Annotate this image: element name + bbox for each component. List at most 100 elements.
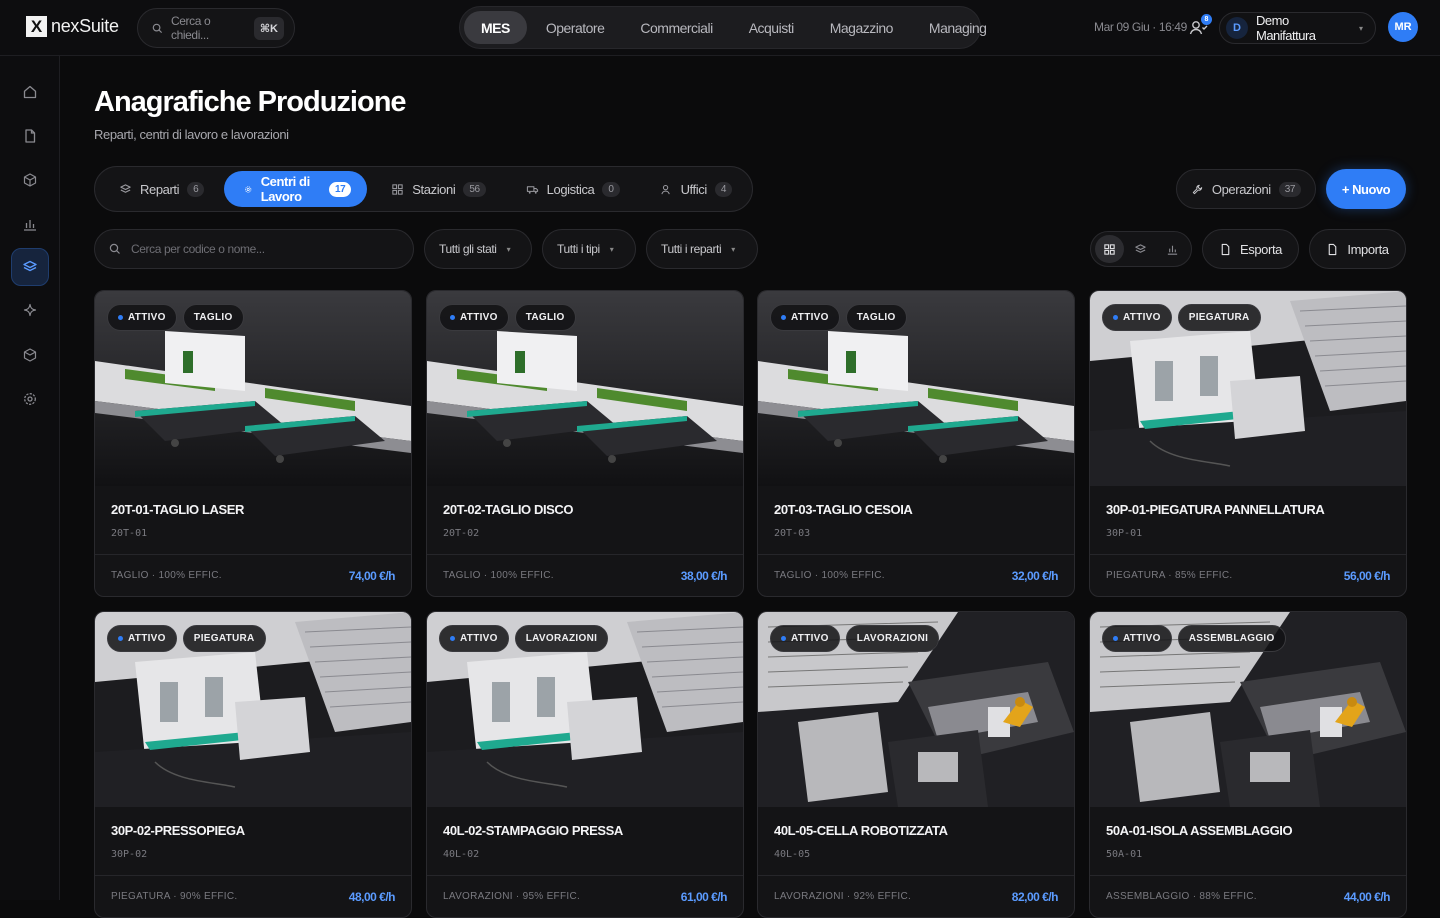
sidebar-item-settings[interactable] xyxy=(11,380,49,418)
export-label: Esporta xyxy=(1239,241,1282,257)
tab-uffici[interactable]: Uffici 4 xyxy=(640,171,748,207)
work-center-card[interactable]: ATTIVO PIEGATURA 30P-02-PRESSOPIEGA 30P-02 P… xyxy=(94,611,412,918)
department-filter-dropdown[interactable]: Tutti i reparti ▾ xyxy=(646,229,758,269)
status-label: ATTIVO xyxy=(128,633,166,644)
status-dot xyxy=(118,636,123,641)
card-image: ATTIVO TAGLIO xyxy=(758,291,1074,486)
search-icon xyxy=(109,243,120,254)
state-filter-dropdown[interactable]: Tutti gli stati ▾ xyxy=(424,229,532,269)
sidebar-item-documents[interactable] xyxy=(11,117,49,155)
page-title: Anagrafiche Produzione xyxy=(94,86,407,118)
type-filter-dropdown[interactable]: Tutti i tipi ▾ xyxy=(542,229,636,269)
bar-chart-icon xyxy=(1167,245,1177,255)
category-badge: LAVORAZIONI xyxy=(845,625,940,652)
card-title: 50A-01-ISOLA ASSEMBLAGGIO xyxy=(1106,823,1293,838)
card-image: ATTIVO TAGLIO xyxy=(427,291,743,486)
card-badges: ATTIVO ASSEMBLAGGIO xyxy=(1102,625,1286,652)
file-icon xyxy=(1329,243,1337,255)
tab-reparti[interactable]: Reparti 6 xyxy=(99,171,220,207)
file-icon xyxy=(1221,243,1230,255)
card-image: ATTIVO TAGLIO xyxy=(95,291,411,486)
sidebar-item-products[interactable] xyxy=(11,161,49,199)
layers-view-button[interactable] xyxy=(1126,235,1155,263)
work-center-card[interactable]: ATTIVO TAGLIO 20T-03-TAGLIO CESOIA 20T-03 TA… xyxy=(757,290,1075,597)
filter-search-input[interactable]: Cerca per codice o nome... xyxy=(94,229,414,269)
tab-logistica[interactable]: Logistica 0 xyxy=(506,171,636,207)
work-center-card[interactable]: ATTIVO TAGLIO 20T-01-TAGLIO LASER 20T-01 TAG… xyxy=(94,290,412,597)
status-dot xyxy=(781,315,786,320)
nav-tab-commerciali[interactable]: Commerciali xyxy=(623,11,729,44)
global-search-placeholder: Cerca o chiedi... xyxy=(171,14,211,42)
nav-tab-operatore[interactable]: Operatore xyxy=(529,11,622,44)
category-badge: LAVORAZIONI xyxy=(514,625,609,652)
card-meta: TAGLIO · 100% EFFIC. xyxy=(443,570,554,581)
logo-text: nexSuite xyxy=(51,16,119,36)
tab-label: Stazioni xyxy=(412,181,456,197)
grid-icon xyxy=(392,183,403,195)
nav-tab-magazzino[interactable]: Magazzino xyxy=(813,11,910,44)
operations-button[interactable]: Operazioni 37 xyxy=(1176,169,1316,209)
work-center-card[interactable]: ATTIVO LAVORAZIONI 40L-02-STAMPAGGIO PRESS… xyxy=(426,611,744,918)
view-mode-toggle xyxy=(1090,231,1192,267)
work-center-card[interactable]: ATTIVO TAGLIO 20T-02-TAGLIO DISCO 20T-02 TAG… xyxy=(426,290,744,597)
card-meta: PIEGATURA · 85% EFFIC. xyxy=(1106,570,1233,581)
category-badge: TAGLIO xyxy=(845,304,907,331)
card-code: 50A-01 xyxy=(1106,849,1143,860)
user-avatar[interactable]: MR xyxy=(1388,12,1418,42)
sidebar-item-ai[interactable] xyxy=(11,291,49,329)
category-badge: TAGLIO xyxy=(182,304,244,331)
card-badges: ATTIVO TAGLIO xyxy=(770,304,907,331)
wrench-icon xyxy=(1192,184,1203,194)
nav-tab-managing[interactable]: Managing xyxy=(912,11,1004,44)
tab-label: Logistica xyxy=(546,181,595,197)
tab-stazioni[interactable]: Stazioni 56 xyxy=(371,171,501,207)
import-label: Importa xyxy=(1347,241,1389,257)
tab-count-badge: 56 xyxy=(463,181,486,197)
sidebar-item-home[interactable] xyxy=(11,73,49,111)
card-divider xyxy=(758,875,1074,876)
sidebar-item-inventory[interactable] xyxy=(11,336,49,374)
tab-centri-di-lavoro[interactable]: Centri di Lavoro 17 xyxy=(224,171,368,207)
truck-icon xyxy=(526,185,538,194)
card-code: 20T-03 xyxy=(774,528,811,539)
card-code: 20T-01 xyxy=(111,528,148,539)
card-divider xyxy=(1090,554,1406,555)
sidebar-item-production[interactable] xyxy=(11,248,49,286)
app-logo[interactable]: X nexSuite xyxy=(26,16,119,37)
tab-label: Uffici xyxy=(680,181,708,197)
card-code: 40L-05 xyxy=(774,849,811,860)
chart-view-button[interactable] xyxy=(1158,235,1187,263)
tab-label: Centri di Lavoro xyxy=(260,174,311,204)
grid-view-button[interactable] xyxy=(1095,235,1125,263)
status-badge: ATTIVO xyxy=(439,304,509,331)
card-divider xyxy=(427,554,743,555)
new-button[interactable]: + Nuovo xyxy=(1326,169,1406,209)
status-badge: ATTIVO xyxy=(107,625,177,652)
nav-tab-acquisti[interactable]: Acquisti xyxy=(732,11,811,44)
card-image: ATTIVO LAVORAZIONI xyxy=(427,612,743,807)
card-title: 40L-05-CELLA ROBOTIZZATA xyxy=(774,823,948,838)
global-search[interactable]: Cerca o chiedi... ⌘K xyxy=(137,8,295,48)
work-center-card[interactable]: ATTIVO PIEGATURA 30P-01-PIEGATURA PANNELLA… xyxy=(1089,290,1407,597)
category-badge: TAGLIO xyxy=(514,304,576,331)
status-dot xyxy=(1113,636,1118,641)
card-hourly-rate: 38,00 €/h xyxy=(680,569,728,583)
card-badges: ATTIVO TAGLIO xyxy=(107,304,244,331)
card-divider xyxy=(758,554,1074,555)
tab-count-badge: 0 xyxy=(602,181,620,197)
import-button[interactable]: Importa xyxy=(1309,229,1406,269)
status-badge: ATTIVO xyxy=(1102,304,1172,331)
work-center-card[interactable]: ATTIVO ASSEMBLAGGIO 50A-01-ISOLA ASSEMBLAG… xyxy=(1089,611,1407,918)
work-center-card[interactable]: ATTIVO LAVORAZIONI 40L-05-CELLA ROBOTIZZAT… xyxy=(757,611,1075,918)
chevron-down-icon: ▾ xyxy=(731,244,735,254)
filter-search-placeholder: Cerca per codice o nome... xyxy=(131,242,265,256)
sidebar-item-analytics[interactable] xyxy=(11,205,49,243)
status-badge: ATTIVO xyxy=(107,304,177,331)
org-switcher[interactable]: D Demo Manifattura ▾ xyxy=(1219,12,1376,44)
tab-count-badge: 4 xyxy=(714,181,732,197)
chevron-down-icon: ▾ xyxy=(506,244,511,254)
nav-tab-mes[interactable]: MES xyxy=(464,11,527,44)
operations-label: Operazioni xyxy=(1211,181,1271,197)
tab-count-badge: 17 xyxy=(328,181,352,197)
export-button[interactable]: Esporta xyxy=(1202,229,1299,269)
